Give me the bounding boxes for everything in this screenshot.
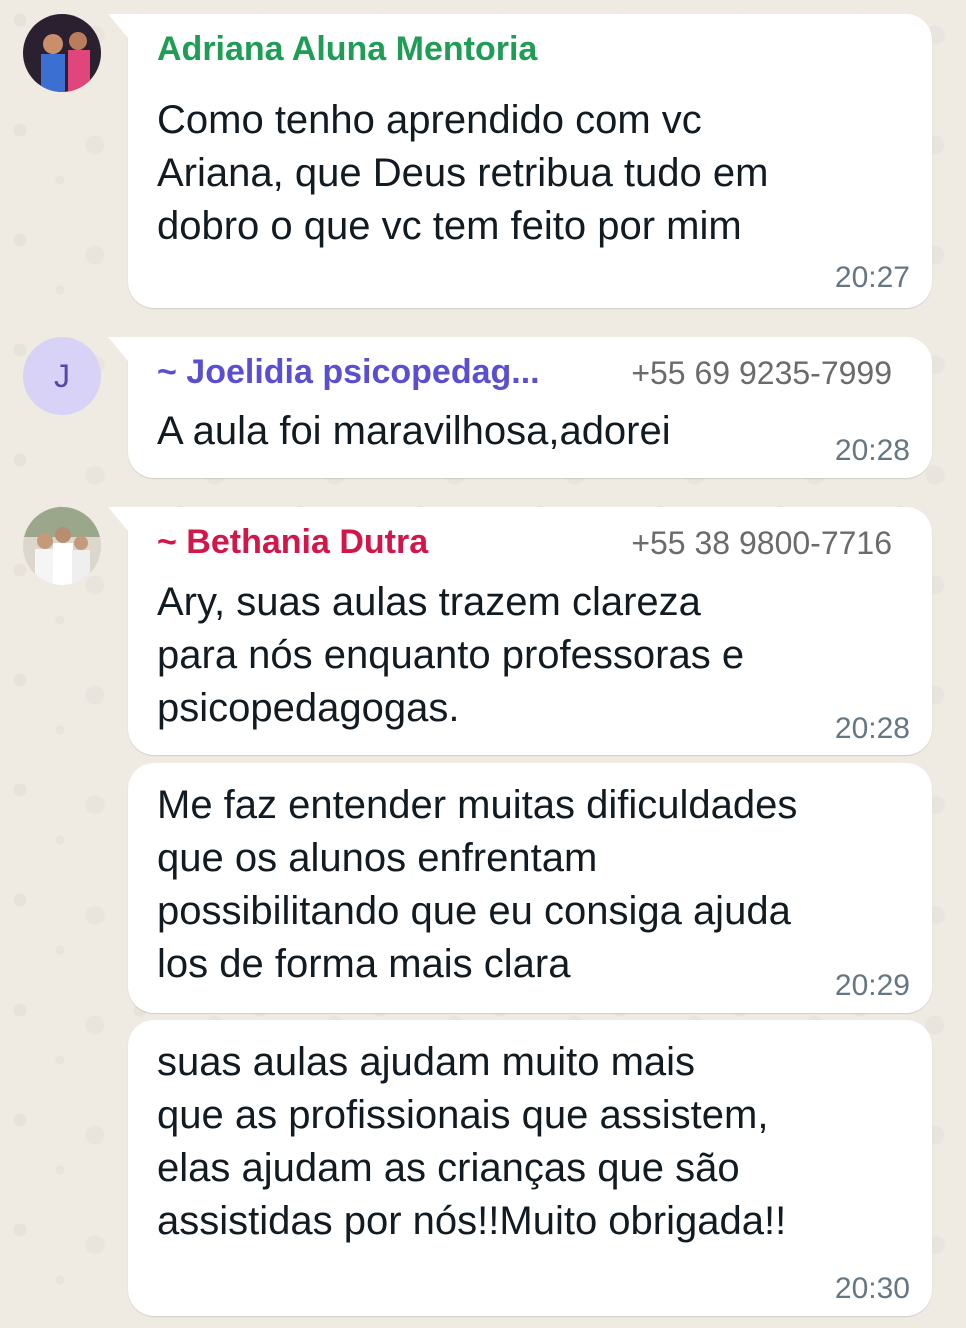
- message-text: Ary, suas aulas trazem clareza para nós …: [157, 580, 745, 730]
- message-bubble[interactable]: Me faz entender muitas dificuldades que …: [128, 763, 932, 1013]
- sender-name[interactable]: ~ Joelidia psicopedag...: [157, 353, 540, 392]
- message-timestamp: 20:28: [834, 434, 910, 467]
- message-text: A aula foi maravilhosa,adorei: [157, 409, 671, 453]
- sender-phone: +55 69 9235-7999: [631, 355, 892, 391]
- avatar-joelidia[interactable]: J: [23, 337, 101, 415]
- message-bubble[interactable]: ~ Joelidia psicopedag... +55 69 9235-799…: [108, 337, 932, 478]
- message-text: Me faz entender muitas dificuldades que …: [157, 783, 798, 986]
- avatar-adriana[interactable]: [23, 14, 101, 92]
- message-text: Como tenho aprendido com vc Ariana, que …: [157, 98, 769, 248]
- message-bubble[interactable]: Adriana Aluna Mentoria Como tenho aprend…: [108, 14, 932, 308]
- avatar-bethania[interactable]: [23, 507, 101, 585]
- message-timestamp: 20:30: [834, 1272, 910, 1305]
- message-bubble[interactable]: suas aulas ajudam muito mais que as prof…: [128, 1020, 932, 1316]
- message-bubble[interactable]: ~ Bethania Dutra +55 38 9800-7716 Ary, s…: [108, 507, 932, 755]
- message-timestamp: 20:28: [834, 712, 910, 745]
- sender-phone: +55 38 9800-7716: [631, 525, 892, 561]
- sender-name[interactable]: Adriana Aluna Mentoria: [157, 30, 537, 69]
- sender-name[interactable]: ~ Bethania Dutra: [157, 523, 428, 562]
- message-timestamp: 20:29: [834, 969, 910, 1002]
- message-text: suas aulas ajudam muito mais que as prof…: [157, 1040, 787, 1243]
- message-timestamp: 20:27: [834, 261, 910, 294]
